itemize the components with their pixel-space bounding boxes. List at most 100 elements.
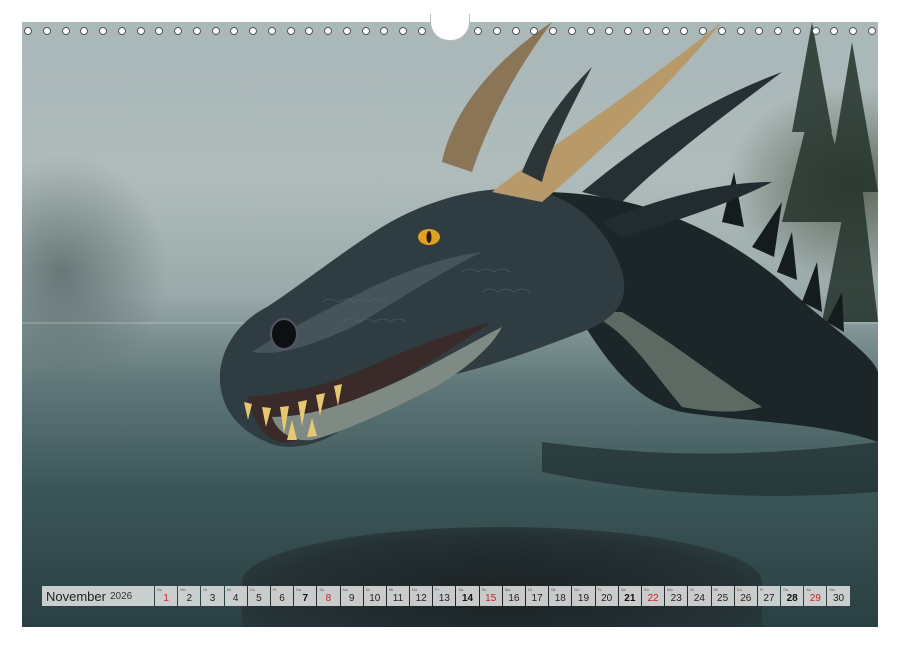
day-cells: So 1 Mo 2 Di 3 Mi 4 Do 5 Fr 6 Sa 7 So 8 Mo 9 Di 10 Mi 11 Do 12 F… [155,586,850,606]
day-cell: Mi 25 [711,586,734,606]
day-number: 28 [786,593,798,604]
weekday-label: Mi [551,587,556,592]
binding-hole [342,27,351,35]
weekday-label: Mo [829,587,835,592]
day-cell: So 1 [155,586,178,606]
day-cell: So 8 [317,586,340,606]
binding-hole [417,27,426,35]
day-cell: Do 12 [410,586,433,606]
binding-hole [586,27,595,35]
day-number: 23 [670,593,682,604]
day-number: 3 [209,593,216,604]
weekday-label: Mo [180,587,186,592]
binding-hole [624,27,632,35]
day-number: 30 [832,593,845,604]
binding-hole [136,27,145,35]
day-number: 26 [740,593,752,604]
dragon-nostril [270,318,298,350]
day-cell: Sa 21 [618,586,641,606]
day-number: 24 [693,593,705,604]
binding-hole [811,27,820,35]
binding-hole [99,27,107,35]
day-number: 2 [186,593,193,604]
weekday-label: Sa [458,587,464,592]
day-number: 27 [763,593,775,604]
day-number: 15 [485,593,497,604]
binding-hole [361,27,370,35]
weekday-label: Sa [620,587,626,592]
day-number: 25 [717,593,729,604]
day-number: 17 [531,593,543,604]
day-cell: So 15 [479,586,502,606]
day-number: 10 [369,593,381,604]
day-cell: Sa 7 [294,586,317,606]
binding-hole [61,27,70,35]
binding-hole [42,27,51,35]
calendar-photo [22,22,878,627]
binding-hole [642,27,651,35]
day-number: 1 [163,593,169,604]
day-number: 4 [232,593,239,604]
day-cell: Fr 20 [595,586,618,606]
binding-hole [211,27,220,35]
weekday-label: Fr [272,587,277,592]
day-cell: Mi 4 [224,586,247,606]
binding-hole [324,27,332,35]
day-cell: Mo 23 [665,586,688,606]
binding-hole [661,27,670,35]
binding-hole [267,27,276,35]
day-cell: Mi 18 [549,586,572,606]
binding-hole [849,27,857,35]
weekday-label: Do [736,587,742,592]
day-number: 6 [279,593,285,604]
binding-hole [792,27,801,35]
binding-hole [774,27,782,35]
day-cell: Mo 9 [340,586,363,606]
weekday-label: So [806,587,812,592]
weekday-label: Di [690,587,695,592]
day-cell: Sa 14 [456,586,479,606]
day-number: 13 [438,593,450,604]
weekday-label: Mi [388,587,394,592]
day-number: 18 [554,593,566,604]
binding-hole [699,27,707,35]
binding-hole [680,27,689,35]
day-number: 11 [392,593,404,604]
day-cell: Mo 2 [178,586,201,606]
day-number: 20 [601,593,613,604]
weekday-label: Do [412,587,418,592]
day-cell: Mi 11 [386,586,410,606]
day-cell: Fr 6 [270,586,294,606]
day-cell: Fr 13 [433,586,456,606]
day-cell: Mo 16 [502,586,525,606]
day-number: 22 [647,593,659,604]
weekday-label: Mi [226,587,231,592]
water-reflection [542,442,878,496]
day-cell: Di 17 [526,586,549,606]
weekday-label: Mo [667,587,673,592]
binding-hole [530,27,539,35]
binding-hole [305,27,314,35]
day-number: 16 [508,593,520,604]
calendar-strip: November 2026 So 1 Mo 2 Di 3 Mi 4 Do 5 Fr 6 Sa 7 So 8 Mo… [42,586,850,606]
weekday-label: Di [528,587,532,592]
day-cell: Do 5 [247,586,270,606]
binding-hole [249,27,257,35]
weekday-label: So [481,587,487,592]
binding-hole [174,27,182,35]
binding-hole [286,27,295,35]
weekday-label: Mo [342,587,349,592]
day-number: 14 [461,593,474,604]
day-cell: Fr 27 [757,586,781,606]
binding-hole [867,27,876,35]
binding-hole [755,27,764,35]
day-number: 29 [809,593,821,604]
binding-hole [717,27,726,35]
weekday-label: Sa [296,587,302,592]
binding-hole [230,27,239,35]
binding-hole [192,27,201,35]
binding-hole [736,27,745,35]
weekday-label: Di [203,587,208,592]
weekday-label: Fr [435,587,440,592]
day-number: 5 [256,593,262,604]
